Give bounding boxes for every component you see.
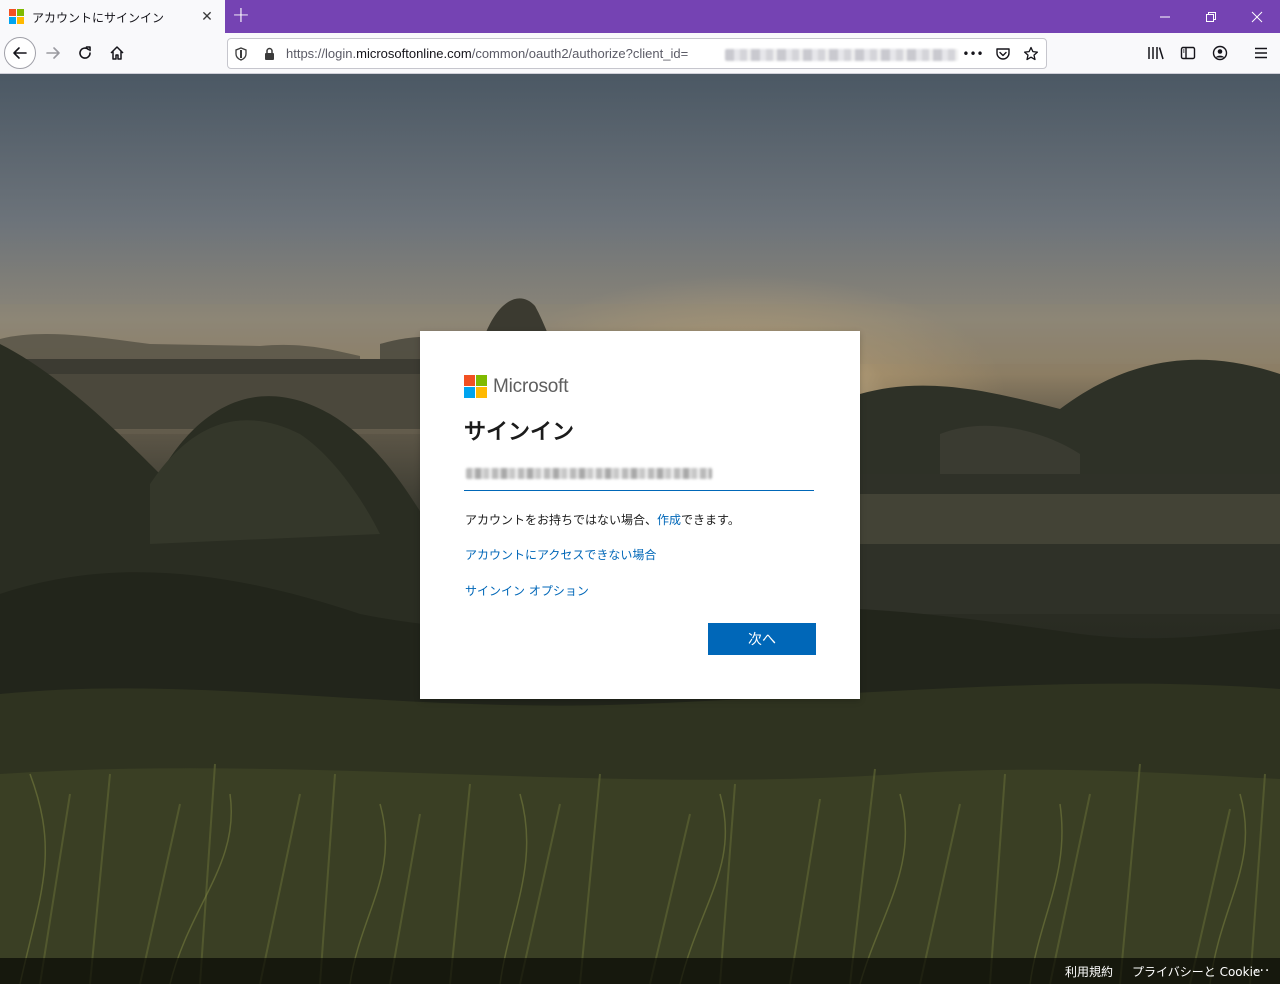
tab-close-icon[interactable]: ✕: [198, 8, 216, 26]
url-path: /common/oauth2/authorize?client_id=: [471, 46, 689, 61]
restore-button[interactable]: [1188, 0, 1234, 33]
page-footer: 利用規約 プライバシーと Cookie ...: [0, 958, 1280, 984]
forward-button[interactable]: [38, 38, 68, 68]
privacy-cookies-link[interactable]: プライバシーと Cookie: [1132, 963, 1260, 980]
create-account-link[interactable]: 作成: [657, 513, 681, 527]
account-icon[interactable]: [1210, 43, 1230, 63]
address-bar[interactable]: https://login.microsoftonline.com/common…: [227, 38, 1047, 69]
next-button[interactable]: 次へ: [708, 623, 816, 655]
home-button[interactable]: [102, 38, 132, 68]
reload-icon: [79, 46, 91, 59]
home-icon: [110, 46, 124, 60]
page-title: サインイン: [464, 420, 575, 445]
lock-icon[interactable]: [260, 45, 278, 63]
microsoft-brand-text: Microsoft: [493, 375, 569, 397]
no-account-suffix: できます。: [681, 513, 740, 527]
minimize-button[interactable]: [1142, 0, 1188, 33]
microsoft-favicon-icon: [9, 9, 24, 24]
footer-more-options-icon[interactable]: ...: [1254, 959, 1270, 975]
terms-of-use-link[interactable]: 利用規約: [1065, 963, 1113, 980]
email-redacted-value: [466, 468, 712, 479]
pocket-icon[interactable]: [994, 45, 1012, 63]
tab-signin[interactable]: アカウントにサインイン ✕: [0, 0, 225, 33]
reload-button[interactable]: [70, 38, 100, 68]
signin-card: Microsoft サインイン アカウントをお持ちではない場合、作成できます。 …: [420, 331, 860, 699]
microsoft-logo-squares-icon: [464, 375, 487, 398]
forward-arrow-icon: [46, 47, 60, 59]
shield-icon[interactable]: [232, 45, 250, 63]
navigation-toolbar: https://login.microsoftonline.com/common…: [0, 33, 1280, 74]
star-icon[interactable]: [1022, 45, 1040, 63]
close-window-button[interactable]: [1234, 0, 1280, 33]
url-scheme: https://login.: [286, 46, 357, 61]
restore-icon: [1206, 11, 1216, 22]
url-text: https://login.microsoftonline.com/common…: [286, 46, 688, 61]
no-account-text: アカウントをお持ちではない場合、作成できます。: [465, 511, 740, 528]
back-button[interactable]: [4, 37, 36, 69]
page-actions-more-icon[interactable]: •••: [962, 45, 983, 63]
url-host: microsoftonline.com: [356, 46, 472, 61]
tab-strip: アカウントにサインイン ✕ +: [0, 0, 1280, 33]
cant-access-account-link[interactable]: アカウントにアクセスできない場合: [465, 546, 656, 563]
back-arrow-icon: [13, 47, 27, 59]
microsoft-logo: Microsoft: [464, 375, 568, 398]
new-tab-button[interactable]: +: [229, 5, 253, 29]
url-redacted-region: [725, 49, 958, 61]
tab-title: アカウントにサインイン: [32, 11, 165, 25]
no-account-prefix: アカウントをお持ちではない場合、: [465, 513, 658, 527]
sidebar-icon[interactable]: [1178, 43, 1198, 63]
minimize-icon: [1160, 16, 1170, 17]
hamburger-menu-icon[interactable]: [1251, 43, 1271, 63]
signin-options-link[interactable]: サインイン オプション: [465, 582, 589, 599]
library-icon[interactable]: [1146, 43, 1166, 63]
close-icon: [1251, 11, 1263, 22]
